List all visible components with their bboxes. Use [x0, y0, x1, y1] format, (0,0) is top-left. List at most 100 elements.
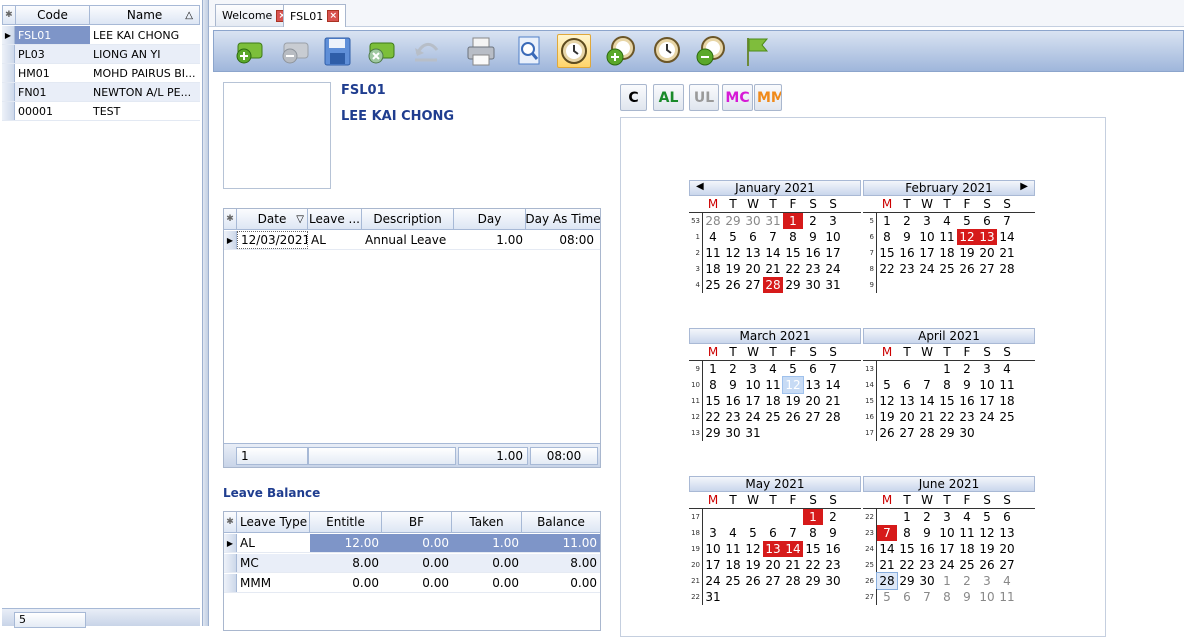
calendar-day[interactable]: 9 [897, 229, 917, 245]
calendar-day[interactable]: 18 [703, 261, 723, 277]
calendar-day[interactable]: 24 [703, 573, 723, 589]
calendar-day[interactable]: 13 [743, 245, 763, 261]
calendar-day[interactable]: 17 [743, 393, 763, 409]
calendar-day[interactable]: 6 [997, 509, 1017, 525]
calendar-day[interactable]: 27 [897, 425, 917, 441]
employee-row[interactable]: HM01 MOHD PAIRUS BI... [2, 64, 200, 83]
calendar-day[interactable]: 29 [703, 425, 723, 441]
calendar-day[interactable]: 2 [803, 213, 823, 229]
calendar-day[interactable]: 11 [997, 377, 1017, 393]
calendar-day[interactable]: 9 [823, 525, 843, 541]
calendar-day[interactable]: 27 [763, 573, 783, 589]
calendar-day[interactable]: 11 [937, 229, 957, 245]
add-button[interactable] [234, 34, 268, 68]
calendar-day[interactable]: 29 [897, 573, 917, 589]
leave-type-mmm-button[interactable]: MMM [754, 84, 782, 111]
calendar-day[interactable]: 13 [977, 229, 997, 245]
calendar-day[interactable]: 23 [803, 261, 823, 277]
calendar-day[interactable]: 11 [997, 589, 1017, 605]
calendar-day[interactable]: 9 [723, 377, 743, 393]
calendar-day[interactable]: 15 [703, 393, 723, 409]
calendar-day[interactable]: 11 [723, 541, 743, 557]
calendar-day[interactable]: 21 [997, 245, 1017, 261]
preview-button[interactable] [511, 34, 545, 68]
calendar-day[interactable]: 25 [937, 261, 957, 277]
calendar-day[interactable]: 22 [877, 261, 897, 277]
next-month-icon[interactable]: ▶ [1020, 181, 1028, 192]
employee-row[interactable]: ▶ FSL01 LEE KAI CHONG [2, 26, 200, 45]
calendar-day[interactable]: 17 [937, 541, 957, 557]
calendar-day[interactable]: 11 [763, 377, 783, 393]
calendar-day[interactable]: 24 [743, 409, 763, 425]
add-event-button[interactable] [604, 34, 638, 68]
calendar-day[interactable]: 10 [937, 525, 957, 541]
calendar-day[interactable]: 2 [723, 361, 743, 377]
day-column-header[interactable]: Day [454, 209, 526, 229]
calendar-day[interactable]: 27 [977, 261, 997, 277]
date-column-header[interactable]: Date ▽ [237, 209, 308, 229]
calendar-day[interactable]: 19 [957, 245, 977, 261]
bf-cell[interactable]: 0.00 [382, 574, 452, 592]
calendar-day[interactable]: 28 [997, 261, 1017, 277]
calendar-day[interactable]: 23 [957, 409, 977, 425]
calendar-day[interactable]: 25 [997, 409, 1017, 425]
calendar-day[interactable]: 16 [823, 541, 843, 557]
calendar-day[interactable]: 21 [783, 557, 803, 573]
calendar-day[interactable]: 5 [877, 377, 897, 393]
calendar-day[interactable]: 4 [763, 361, 783, 377]
delete-event-button[interactable] [694, 34, 728, 68]
calendar-day[interactable]: 23 [917, 557, 937, 573]
print-button[interactable] [464, 34, 498, 68]
calendar-day[interactable]: 23 [897, 261, 917, 277]
calendar-day[interactable]: 24 [977, 409, 997, 425]
calendar-day[interactable]: 6 [763, 525, 783, 541]
calendar-day[interactable]: 24 [917, 261, 937, 277]
calendar-day[interactable]: 4 [723, 525, 743, 541]
calendar-day[interactable]: 29 [723, 213, 743, 229]
calendar-day[interactable]: 7 [823, 361, 843, 377]
calendar-day[interactable]: 19 [977, 541, 997, 557]
calendar-day[interactable]: 31 [823, 277, 843, 293]
calendar-day[interactable]: 3 [703, 525, 723, 541]
undo-button[interactable] [409, 34, 443, 68]
clock-button[interactable] [650, 34, 684, 68]
calendar-day[interactable]: 29 [803, 573, 823, 589]
calendar-day[interactable]: 1 [937, 573, 957, 589]
calendar-day[interactable]: 21 [917, 409, 937, 425]
calendar-day[interactable]: 17 [823, 245, 843, 261]
employee-row[interactable]: 00001 TEST [2, 102, 200, 121]
calendar-day[interactable]: 7 [917, 589, 937, 605]
calendar-day[interactable]: 5 [977, 509, 997, 525]
calendar-day[interactable]: 6 [977, 213, 997, 229]
calendar-day[interactable]: 1 [897, 509, 917, 525]
calendar-day[interactable]: 21 [763, 261, 783, 277]
calendar-day[interactable]: 3 [823, 213, 843, 229]
leave-type-ul-button[interactable]: UL [689, 84, 719, 111]
calendar-day[interactable]: 20 [977, 245, 997, 261]
calendar-day[interactable]: 27 [803, 409, 823, 425]
calendar-day[interactable]: 8 [877, 229, 897, 245]
calendar-day[interactable]: 16 [723, 393, 743, 409]
calendar-day[interactable]: 8 [783, 229, 803, 245]
calendar-day[interactable]: 11 [703, 245, 723, 261]
calendar-day[interactable]: 19 [877, 409, 897, 425]
calendar-day[interactable]: 4 [997, 573, 1017, 589]
calendar-day[interactable]: 22 [897, 557, 917, 573]
calendar-day[interactable]: 19 [723, 261, 743, 277]
calendar-day[interactable]: 3 [977, 361, 997, 377]
taken-cell[interactable]: 0.00 [452, 574, 522, 592]
description-column-header[interactable]: Description [362, 209, 454, 229]
calendar-day[interactable]: 17 [703, 557, 723, 573]
calendar-day[interactable]: 8 [937, 589, 957, 605]
calendar-day[interactable]: 3 [977, 573, 997, 589]
calendar-day[interactable]: 7 [997, 213, 1017, 229]
calendar-day[interactable]: 4 [703, 229, 723, 245]
calendar-day[interactable]: 30 [723, 425, 743, 441]
calendar-day[interactable]: 13 [763, 541, 783, 557]
description-cell[interactable]: Annual Leave [362, 231, 454, 249]
calendar-day[interactable]: 8 [803, 525, 823, 541]
calendar-day[interactable]: 15 [897, 541, 917, 557]
leave-type-al-button[interactable]: AL [653, 84, 684, 111]
calendar-day[interactable]: 5 [957, 213, 977, 229]
calendar-day[interactable]: 10 [823, 229, 843, 245]
